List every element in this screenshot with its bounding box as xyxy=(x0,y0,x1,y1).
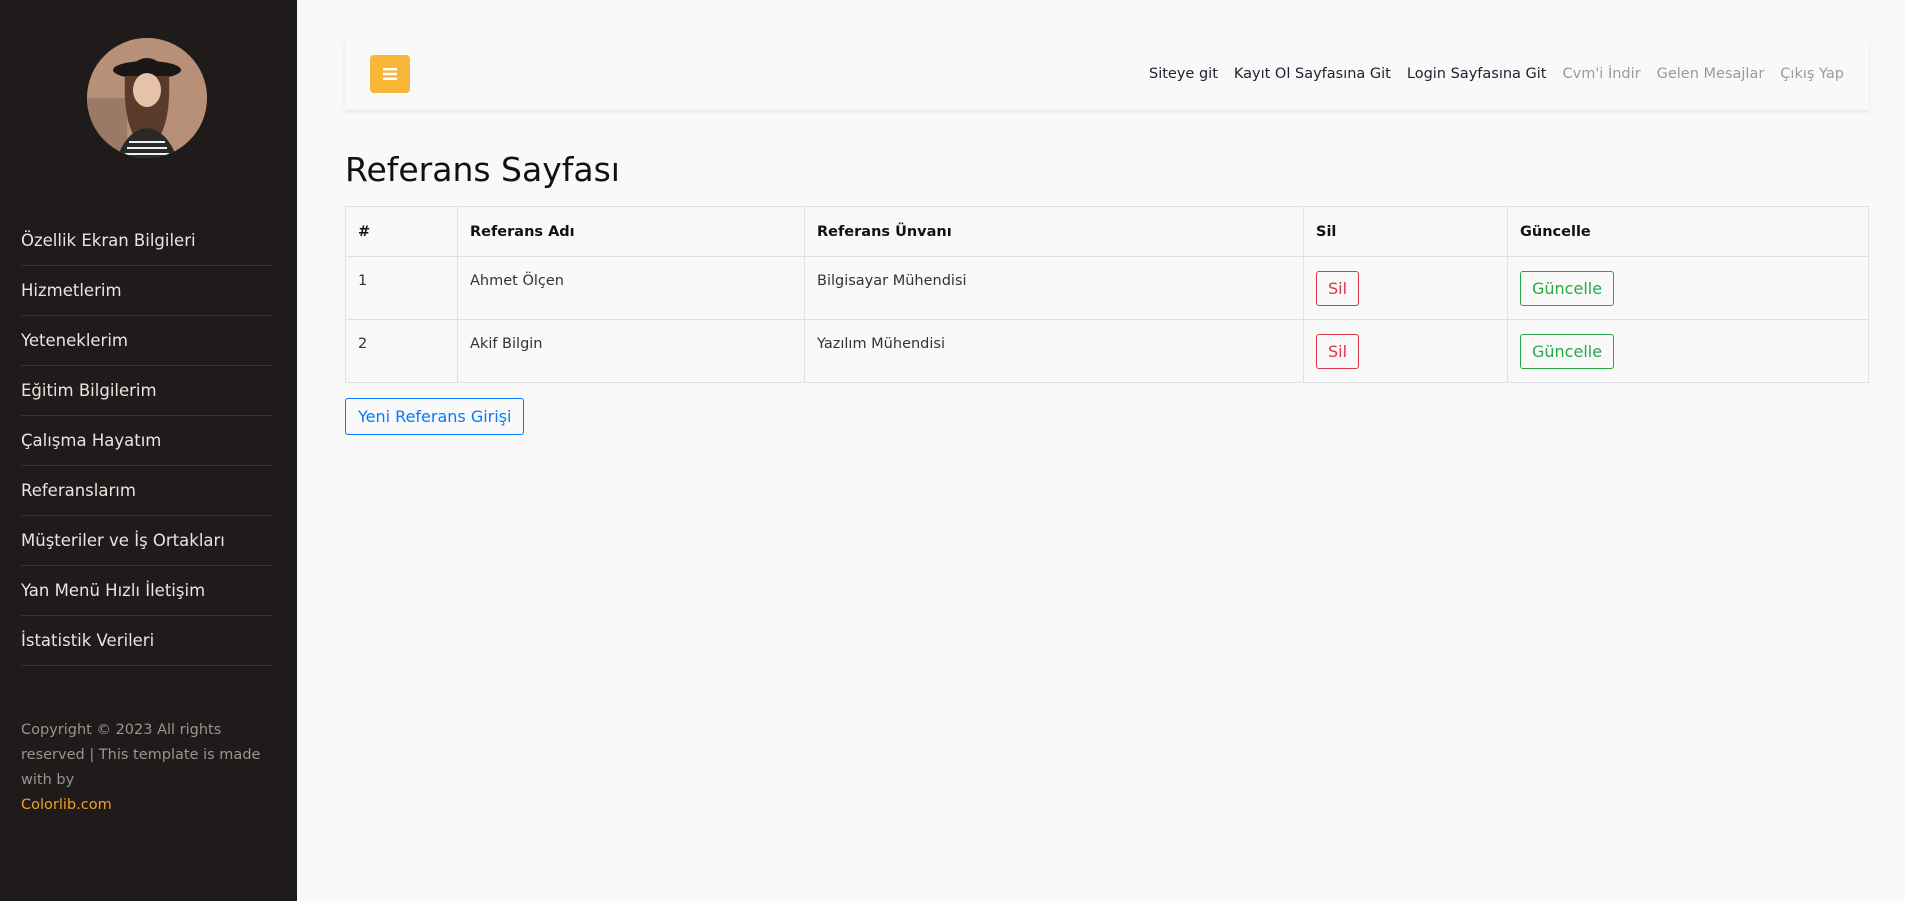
cell-name: Akif Bilgin xyxy=(457,319,805,383)
sidebar-item-yeteneklerim[interactable]: Yeteneklerim xyxy=(21,316,272,366)
nav-link-gelen-mesajlar[interactable]: Gelen Mesajlar xyxy=(1657,66,1765,82)
sidebar-item-hizmetlerim[interactable]: Hizmetlerim xyxy=(21,266,272,316)
new-referans-button[interactable]: Yeni Referans Girişi xyxy=(345,398,525,435)
nav-link-login[interactable]: Login Sayfasına Git xyxy=(1407,66,1547,82)
sidebar: Özellik Ekran Bilgileri Hizmetlerim Yete… xyxy=(0,0,297,901)
nav-link-siteye-git[interactable]: Siteye git xyxy=(1149,66,1218,82)
cell-id: 1 xyxy=(345,256,458,320)
column-header-update: Güncelle xyxy=(1507,206,1869,257)
hamburger-icon xyxy=(383,68,397,80)
delete-button[interactable]: Sil xyxy=(1316,270,1360,306)
avatar xyxy=(87,38,207,158)
copyright-text: Copyright © 2023 All rights reserved | T… xyxy=(21,722,261,788)
cell-title: Yazılım Mühendisi xyxy=(804,319,1304,383)
sidebar-item-egitim[interactable]: Eğitim Bilgilerim xyxy=(21,366,272,416)
nav-link-cikis-yap[interactable]: Çıkış Yap xyxy=(1780,66,1844,82)
cell-id: 2 xyxy=(345,319,458,383)
cell-name: Ahmet Ölçen xyxy=(457,256,805,320)
nav-link-kayit-ol[interactable]: Kayıt Ol Sayfasına Git xyxy=(1234,66,1391,82)
sidebar-toggle-button[interactable] xyxy=(370,55,410,93)
sidebar-item-referanslarim[interactable]: Referanslarım xyxy=(21,466,272,516)
nav-links: Siteye git Kayıt Ol Sayfasına Git Login … xyxy=(1149,66,1844,82)
page-title: Referans Sayfası xyxy=(345,150,620,189)
nav-link-cv-indir[interactable]: Cvm'i İndir xyxy=(1562,66,1640,82)
sidebar-item-calisma[interactable]: Çalışma Hayatım xyxy=(21,416,272,466)
update-button[interactable]: Güncelle xyxy=(1520,270,1615,306)
column-header-id: # xyxy=(345,206,458,257)
table-row: 2 Akif Bilgin Yazılım Mühendisi Sil Günc… xyxy=(345,319,1869,383)
column-header-title: Referans Ünvanı xyxy=(804,206,1304,257)
sidebar-item-istatistik[interactable]: İstatistik Verileri xyxy=(21,616,272,666)
column-header-delete: Sil xyxy=(1303,206,1508,257)
sidebar-item-ozellik-ekran[interactable]: Özellik Ekran Bilgileri xyxy=(21,216,272,266)
delete-button[interactable]: Sil xyxy=(1316,333,1360,369)
sidebar-footer: Copyright © 2023 All rights reserved | T… xyxy=(21,718,272,818)
cell-delete: Sil xyxy=(1303,256,1508,320)
cell-delete: Sil xyxy=(1303,319,1508,383)
update-button[interactable]: Güncelle xyxy=(1520,333,1615,369)
table-header-row: # Referans Adı Referans Ünvanı Sil Günce… xyxy=(345,206,1869,257)
sidebar-item-yan-menu[interactable]: Yan Menü Hızlı İletişim xyxy=(21,566,272,616)
profile-photo xyxy=(87,38,207,158)
sidebar-menu: Özellik Ekran Bilgileri Hizmetlerim Yete… xyxy=(21,216,272,666)
top-navbar: Siteye git Kayıt Ol Sayfasına Git Login … xyxy=(345,38,1869,110)
table-row: 1 Ahmet Ölçen Bilgisayar Mühendisi Sil G… xyxy=(345,256,1869,320)
cell-update: Güncelle xyxy=(1507,319,1869,383)
column-header-name: Referans Adı xyxy=(457,206,805,257)
cell-title: Bilgisayar Mühendisi xyxy=(804,256,1304,320)
cell-update: Güncelle xyxy=(1507,256,1869,320)
sidebar-item-musteriler[interactable]: Müşteriler ve İş Ortakları xyxy=(21,516,272,566)
referans-table: # Referans Adı Referans Ünvanı Sil Günce… xyxy=(345,206,1869,383)
colorlib-link[interactable]: Colorlib.com xyxy=(21,793,272,818)
